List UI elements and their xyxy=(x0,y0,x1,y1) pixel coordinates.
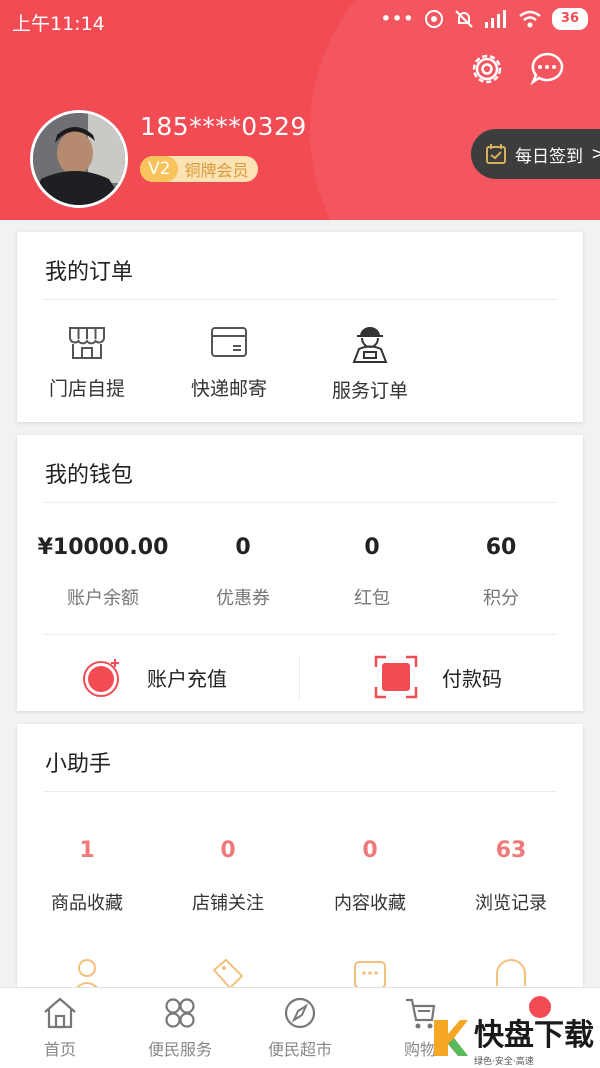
watermark-k-icon xyxy=(434,1020,468,1056)
history-value: 63 xyxy=(495,838,527,863)
tag-icon[interactable] xyxy=(210,956,246,987)
headset-icon[interactable] xyxy=(493,956,529,987)
followed-stores-value: 0 xyxy=(220,838,236,863)
user-icon[interactable] xyxy=(69,956,105,987)
grid-icon xyxy=(165,998,195,1028)
saved-content-label: 内容收藏 xyxy=(334,893,406,914)
saved-content-value: 0 xyxy=(362,838,378,863)
red-packets-value: 0 xyxy=(364,535,380,560)
gear-icon[interactable] xyxy=(468,50,506,88)
compass-icon xyxy=(284,997,316,1029)
wallet-balance[interactable]: ¥10000.00 账户余额 xyxy=(33,535,173,610)
store-icon xyxy=(69,327,105,359)
helper-saved-content[interactable]: 0 内容收藏 xyxy=(300,838,440,915)
level-name: 铜牌会员 xyxy=(184,161,249,180)
tab-supermarket[interactable]: 便民超市 xyxy=(240,996,360,1060)
divider xyxy=(43,502,557,503)
signin-label: 每日签到 xyxy=(515,146,583,167)
member-level-badge[interactable]: V2 铜牌会员 xyxy=(140,156,259,182)
followed-stores-label: 店铺关注 xyxy=(192,893,264,914)
order-store-pickup[interactable]: 门店自提 xyxy=(27,322,147,401)
tab-label: 便民服务 xyxy=(147,1040,212,1059)
comment-icon[interactable] xyxy=(352,956,388,987)
orders-card: 我的订单 门店自提 快递邮寄 服务订单 xyxy=(17,232,583,422)
balance-value: ¥10000.00 xyxy=(37,535,169,560)
divider xyxy=(43,634,557,635)
coupons-label: 优惠券 xyxy=(216,588,270,609)
status-bar: 上午11:14 ••• 36 xyxy=(0,0,600,42)
avatar[interactable] xyxy=(30,110,128,208)
order-label: 快递邮寄 xyxy=(190,378,267,400)
divider xyxy=(43,299,557,300)
watermark-brand: 快盘下载 xyxy=(474,1017,594,1053)
user-phone: 185****0329 xyxy=(140,112,307,141)
tab-services[interactable]: 便民服务 xyxy=(120,996,240,1060)
profile-header: 上午11:14 ••• 36 185****0329 V2 铜牌会员 每日签到 … xyxy=(0,0,600,220)
chevron-right-icon: > xyxy=(591,144,600,164)
history-label: 浏览记录 xyxy=(475,893,547,914)
red-packets-label: 红包 xyxy=(354,588,390,609)
parcel-icon xyxy=(211,327,247,357)
paycode-icon xyxy=(374,655,418,699)
helper-card: 小助手 1 商品收藏 0 店铺关注 0 内容收藏 63 浏览记录 xyxy=(17,724,583,987)
signal-icon xyxy=(484,10,506,28)
wallet-card: 我的钱包 ¥10000.00 账户余额 0 优惠券 0 红包 60 积分 账户充… xyxy=(17,435,583,711)
wallet-red-packets[interactable]: 0 红包 xyxy=(302,535,442,610)
home-icon xyxy=(44,997,76,1029)
tab-home[interactable]: 首页 xyxy=(0,996,120,1060)
helper-title: 小助手 xyxy=(45,752,112,777)
avatar-photo xyxy=(33,113,125,205)
recharge-icon xyxy=(83,659,119,697)
message-icon[interactable] xyxy=(528,50,566,88)
order-express[interactable]: 快递邮寄 xyxy=(169,322,289,401)
order-label: 门店自提 xyxy=(48,378,125,400)
helper-followed-stores[interactable]: 0 店铺关注 xyxy=(158,838,298,915)
order-label: 服务订单 xyxy=(331,380,408,402)
hotspot-icon xyxy=(424,10,443,28)
status-time: 上午11:14 xyxy=(12,13,105,35)
paycode-label: 付款码 xyxy=(442,666,502,691)
orders-title: 我的订单 xyxy=(45,260,134,285)
wifi-icon xyxy=(519,10,541,28)
level-code: V2 xyxy=(140,156,179,182)
divider xyxy=(43,791,557,792)
mute-bell-icon xyxy=(455,10,473,28)
helper-history[interactable]: 63 浏览记录 xyxy=(441,838,581,915)
favorites-label: 商品收藏 xyxy=(51,893,123,914)
vertical-divider xyxy=(299,655,300,701)
tab-label: 便民超市 xyxy=(267,1040,332,1059)
tab-label: 首页 xyxy=(43,1040,76,1059)
points-label: 积分 xyxy=(483,588,519,609)
watermark-slogan: 绿色·安全·高速 xyxy=(474,1056,534,1067)
daily-signin-button[interactable]: 每日签到 > xyxy=(471,129,600,179)
helper-favorites[interactable]: 1 商品收藏 xyxy=(17,838,157,915)
battery-indicator: 36 xyxy=(551,8,588,30)
wallet-title: 我的钱包 xyxy=(45,463,134,488)
wallet-coupons[interactable]: 0 优惠券 xyxy=(173,535,313,610)
coupons-value: 0 xyxy=(235,535,251,560)
dots-icon: ••• xyxy=(380,8,414,30)
paycode-button[interactable]: 付款码 xyxy=(374,653,502,701)
order-service[interactable]: 服务订单 xyxy=(310,322,430,403)
calendar-check-icon xyxy=(486,144,506,164)
points-value: 60 xyxy=(485,535,517,560)
recharge-button[interactable]: 账户充值 xyxy=(81,653,227,701)
recharge-label: 账户充值 xyxy=(147,666,227,691)
wallet-points[interactable]: 60 积分 xyxy=(431,535,571,610)
courier-icon xyxy=(352,327,388,363)
watermark-logo: 快盘下载 绿色·安全·高速 xyxy=(430,1012,598,1067)
balance-label: 账户余额 xyxy=(67,588,139,609)
favorites-value: 1 xyxy=(79,838,95,863)
